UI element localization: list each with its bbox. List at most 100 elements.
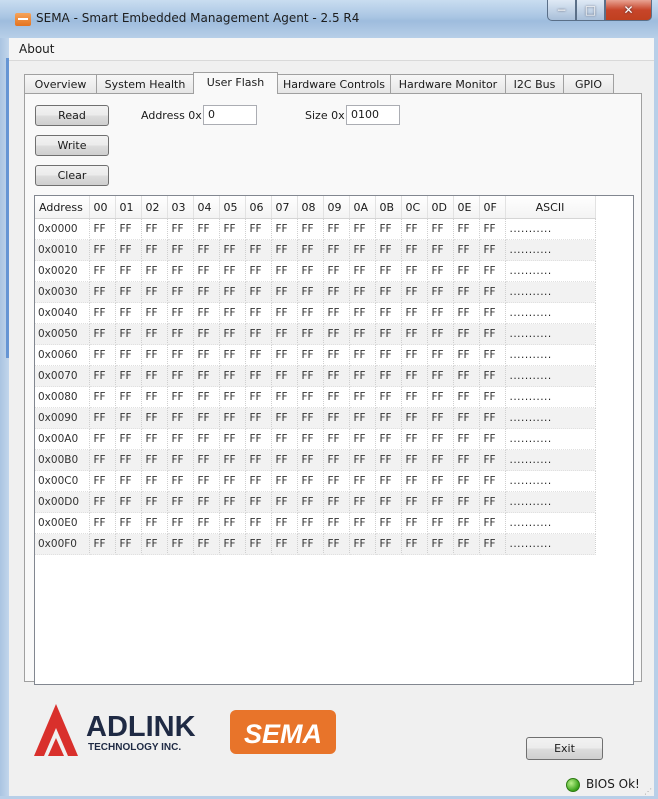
col-header-byte[interactable]: 0D bbox=[427, 196, 454, 219]
byte-cell[interactable]: FF bbox=[427, 344, 454, 366]
close-button[interactable]: ✕ bbox=[605, 0, 652, 21]
byte-cell[interactable]: FF bbox=[297, 491, 324, 513]
byte-cell[interactable]: FF bbox=[89, 428, 116, 450]
byte-cell[interactable]: FF bbox=[401, 491, 428, 513]
minimize-button[interactable]: − bbox=[547, 0, 576, 21]
byte-cell[interactable]: FF bbox=[297, 260, 324, 282]
byte-cell[interactable]: FF bbox=[167, 239, 194, 261]
byte-cell[interactable]: FF bbox=[219, 386, 246, 408]
byte-cell[interactable]: FF bbox=[193, 323, 220, 345]
byte-cell[interactable]: FF bbox=[167, 302, 194, 324]
table-row[interactable]: 0x0020 FF FF FF FF FF FF FF FF FF FF FF FF FF FF FF FF..… bbox=[35, 260, 596, 282]
byte-cell[interactable]: FF bbox=[297, 344, 324, 366]
byte-cell[interactable]: FF bbox=[349, 302, 376, 324]
byte-cell[interactable]: FF bbox=[323, 512, 350, 534]
byte-cell[interactable]: FF bbox=[453, 533, 480, 555]
byte-cell[interactable]: FF bbox=[193, 281, 220, 303]
byte-cell[interactable]: FF bbox=[323, 218, 350, 240]
byte-cell[interactable]: FF bbox=[141, 491, 168, 513]
byte-cell[interactable]: FF bbox=[375, 470, 402, 492]
byte-cell[interactable]: FF bbox=[167, 533, 194, 555]
byte-cell[interactable]: FF bbox=[427, 491, 454, 513]
byte-cell[interactable]: FF bbox=[245, 323, 272, 345]
byte-cell[interactable]: FF bbox=[401, 386, 428, 408]
byte-cell[interactable]: FF bbox=[297, 407, 324, 429]
byte-cell[interactable]: FF bbox=[219, 491, 246, 513]
col-header-byte[interactable]: 01 bbox=[115, 196, 142, 219]
byte-cell[interactable]: FF bbox=[141, 323, 168, 345]
byte-cell[interactable]: FF bbox=[141, 512, 168, 534]
byte-cell[interactable]: FF bbox=[219, 407, 246, 429]
tab-user-flash[interactable]: User Flash bbox=[193, 72, 278, 94]
ascii-cell[interactable]: ........... bbox=[505, 218, 596, 240]
byte-cell[interactable]: FF bbox=[271, 449, 298, 471]
byte-cell[interactable]: FF bbox=[479, 281, 506, 303]
byte-cell[interactable]: FF bbox=[193, 428, 220, 450]
byte-cell[interactable]: FF bbox=[375, 407, 402, 429]
byte-cell[interactable]: FF bbox=[141, 470, 168, 492]
byte-cell[interactable]: FF bbox=[375, 218, 402, 240]
byte-cell[interactable]: FF bbox=[115, 302, 142, 324]
byte-cell[interactable]: FF bbox=[141, 281, 168, 303]
tab-i2c-bus[interactable]: I2C Bus bbox=[505, 74, 564, 93]
byte-cell[interactable]: FF bbox=[323, 281, 350, 303]
byte-cell[interactable]: FF bbox=[245, 407, 272, 429]
byte-cell[interactable]: FF bbox=[401, 260, 428, 282]
byte-cell[interactable]: FF bbox=[115, 428, 142, 450]
byte-cell[interactable]: FF bbox=[479, 239, 506, 261]
byte-cell[interactable]: FF bbox=[453, 365, 480, 387]
address-input[interactable]: 0 bbox=[203, 105, 257, 125]
ascii-cell[interactable]: ........... bbox=[505, 491, 596, 513]
byte-cell[interactable]: FF bbox=[193, 302, 220, 324]
byte-cell[interactable]: FF bbox=[297, 218, 324, 240]
byte-cell[interactable]: FF bbox=[427, 218, 454, 240]
byte-cell[interactable]: FF bbox=[115, 281, 142, 303]
byte-cell[interactable]: FF bbox=[245, 260, 272, 282]
byte-cell[interactable]: FF bbox=[375, 449, 402, 471]
byte-cell[interactable]: FF bbox=[245, 239, 272, 261]
byte-cell[interactable]: FF bbox=[349, 386, 376, 408]
table-row[interactable]: 0x00A0 FF FF FF FF FF FF FF FF FF FF FF FF FF FF FF FF..… bbox=[35, 428, 596, 450]
byte-cell[interactable]: FF bbox=[453, 281, 480, 303]
byte-cell[interactable]: FF bbox=[219, 239, 246, 261]
byte-cell[interactable]: FF bbox=[297, 512, 324, 534]
byte-cell[interactable]: FF bbox=[323, 491, 350, 513]
byte-cell[interactable]: FF bbox=[427, 260, 454, 282]
byte-cell[interactable]: FF bbox=[349, 533, 376, 555]
byte-cell[interactable]: FF bbox=[115, 512, 142, 534]
col-header-byte[interactable]: 04 bbox=[193, 196, 220, 219]
byte-cell[interactable]: FF bbox=[271, 281, 298, 303]
table-row[interactable]: 0x0040 FF FF FF FF FF FF FF FF FF FF FF FF FF FF FF FF..… bbox=[35, 302, 596, 324]
byte-cell[interactable]: FF bbox=[375, 428, 402, 450]
byte-cell[interactable]: FF bbox=[193, 218, 220, 240]
col-header-ascii[interactable]: ASCII bbox=[505, 196, 596, 219]
tab-gpio[interactable]: GPIO bbox=[563, 74, 614, 93]
byte-cell[interactable]: FF bbox=[297, 323, 324, 345]
byte-cell[interactable]: FF bbox=[115, 470, 142, 492]
byte-cell[interactable]: FF bbox=[245, 512, 272, 534]
byte-cell[interactable]: FF bbox=[271, 365, 298, 387]
byte-cell[interactable]: FF bbox=[401, 470, 428, 492]
byte-cell[interactable]: FF bbox=[427, 407, 454, 429]
ascii-cell[interactable]: ........... bbox=[505, 449, 596, 471]
byte-cell[interactable]: FF bbox=[271, 533, 298, 555]
byte-cell[interactable]: FF bbox=[219, 512, 246, 534]
byte-cell[interactable]: FF bbox=[453, 428, 480, 450]
byte-cell[interactable]: FF bbox=[401, 302, 428, 324]
byte-cell[interactable]: FF bbox=[453, 407, 480, 429]
tab-hardware-monitor[interactable]: Hardware Monitor bbox=[390, 74, 506, 93]
ascii-cell[interactable]: ........... bbox=[505, 512, 596, 534]
byte-cell[interactable]: FF bbox=[349, 260, 376, 282]
byte-cell[interactable]: FF bbox=[479, 260, 506, 282]
byte-cell[interactable]: FF bbox=[89, 344, 116, 366]
byte-cell[interactable]: FF bbox=[401, 428, 428, 450]
byte-cell[interactable]: FF bbox=[375, 260, 402, 282]
byte-cell[interactable]: FF bbox=[219, 218, 246, 240]
byte-cell[interactable]: FF bbox=[219, 323, 246, 345]
byte-cell[interactable]: FF bbox=[271, 428, 298, 450]
byte-cell[interactable]: FF bbox=[349, 365, 376, 387]
byte-cell[interactable]: FF bbox=[453, 386, 480, 408]
byte-cell[interactable]: FF bbox=[323, 239, 350, 261]
byte-cell[interactable]: FF bbox=[297, 239, 324, 261]
title-bar[interactable]: SEMA - Smart Embedded Management Agent -… bbox=[0, 0, 658, 38]
